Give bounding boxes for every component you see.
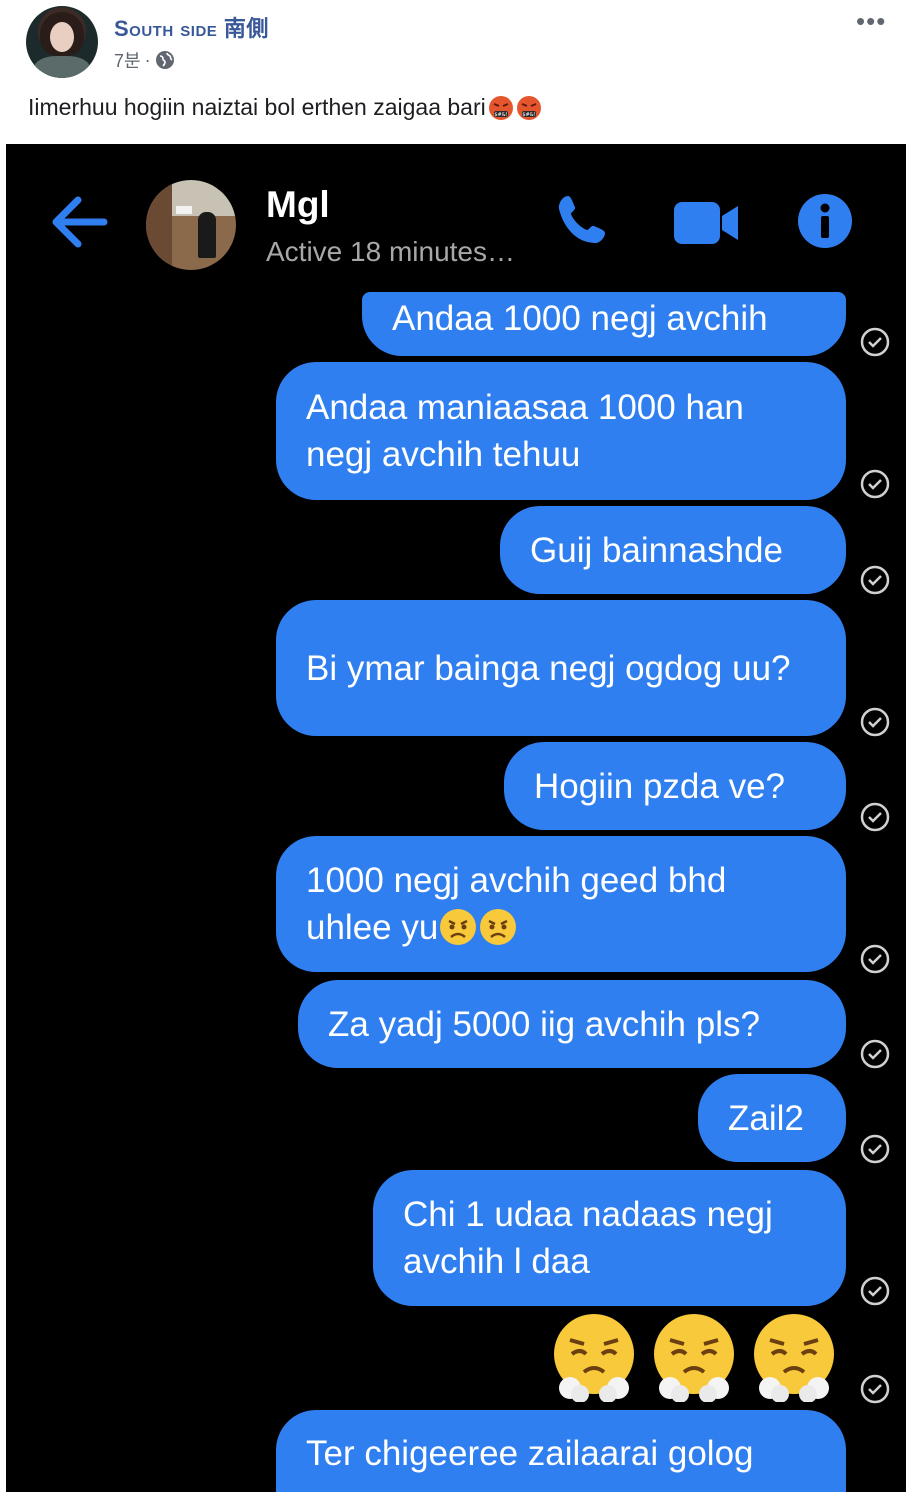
page-avatar[interactable] [26,6,98,78]
message-text: Ter chigeeree zailaarai golog [306,1434,754,1473]
messenger-screenshot[interactable]: Mgl Active 18 minutes… Andaa 1000 negj a… [6,144,906,1492]
face-with-steam-icon[interactable] [548,1310,640,1402]
message-bubble[interactable]: Hogiin pzda ve? [504,742,846,830]
post-meta: 7분 · [114,47,175,73]
seen-check-icon [860,1039,890,1069]
angry-face-icon: $#&! [488,95,513,120]
seen-check-icon [860,1276,890,1306]
message-bubble[interactable]: Zail2 [698,1074,846,1162]
angry-face-icon: $#&! [516,95,541,120]
message-text: Guij bainnashde [530,530,783,570]
message-bubble[interactable]: Ter chigeeree zailaarai golog [276,1410,846,1492]
video-camera-icon[interactable] [672,198,740,248]
message-text: Chi 1 udaa nadaas negj avchih l daa [403,1195,773,1281]
message-text: Bi ymar bainga negj ogdog uu? [306,648,791,688]
contact-avatar[interactable] [146,180,236,270]
message-text: Za yadj 5000 iig avchih pls? [328,1004,760,1044]
seen-check-icon [860,707,890,737]
svg-text:$#&!: $#&! [522,112,535,118]
message-bubble[interactable]: Andaa 1000 negj avchih [362,292,846,356]
seen-check-icon [860,565,890,595]
worried-face-icon [440,909,477,945]
seen-check-icon [860,802,890,832]
contact-name[interactable]: Mgl [266,184,330,226]
page-name[interactable]: South side 南側 [114,11,269,43]
post-caption: Iimerhuu hogiin naiztai bol erthen zaiga… [28,94,486,120]
message-bubble[interactable]: Chi 1 udaa nadaas negj avchih l daa [373,1170,846,1306]
info-icon[interactable] [796,192,854,250]
phone-icon[interactable] [554,192,614,252]
seen-check-icon [860,944,890,974]
message-bubble[interactable]: Bi ymar bainga negj ogdog uu? [276,600,846,736]
seen-check-icon [860,1134,890,1164]
message-bubble[interactable]: Guij bainnashde [500,506,846,594]
message-bubble[interactable]: 1000 negj avchih geed bhd uhlee yu [276,836,846,972]
back-arrow-icon[interactable] [48,194,108,250]
face-with-steam-icon[interactable] [748,1310,840,1402]
message-bubble[interactable]: Za yadj 5000 iig avchih pls? [298,980,846,1068]
seen-check-icon [860,1374,890,1404]
message-text: Hogiin pzda ve? [534,766,785,806]
post-time[interactable]: 7분 [114,47,141,73]
seen-check-icon [860,469,890,499]
globe-icon [155,51,174,69]
more-options-button[interactable]: ••• [856,6,886,37]
svg-text:$#&!: $#&! [494,112,507,118]
meta-separator: · [144,49,151,70]
message-text: Andaa maniaasaa 1000 han negj avchih teh… [306,388,744,474]
post-header: South side 南側 7분 · ••• Iimerhuu hogiin n… [0,0,906,144]
worried-face-icon [480,909,517,945]
message-text: Zail2 [728,1098,804,1138]
post-text: Iimerhuu hogiin naiztai bol erthen zaiga… [28,94,542,121]
message-bubble[interactable]: Andaa maniaasaa 1000 han negj avchih teh… [276,362,846,500]
message-text: Andaa 1000 negj avchih [392,299,768,338]
face-with-steam-icon[interactable] [648,1310,740,1402]
contact-status: Active 18 minutes… [266,236,515,267]
message-text: 1000 negj avchih geed bhd uhlee yu [306,857,816,951]
seen-check-icon [860,327,890,357]
